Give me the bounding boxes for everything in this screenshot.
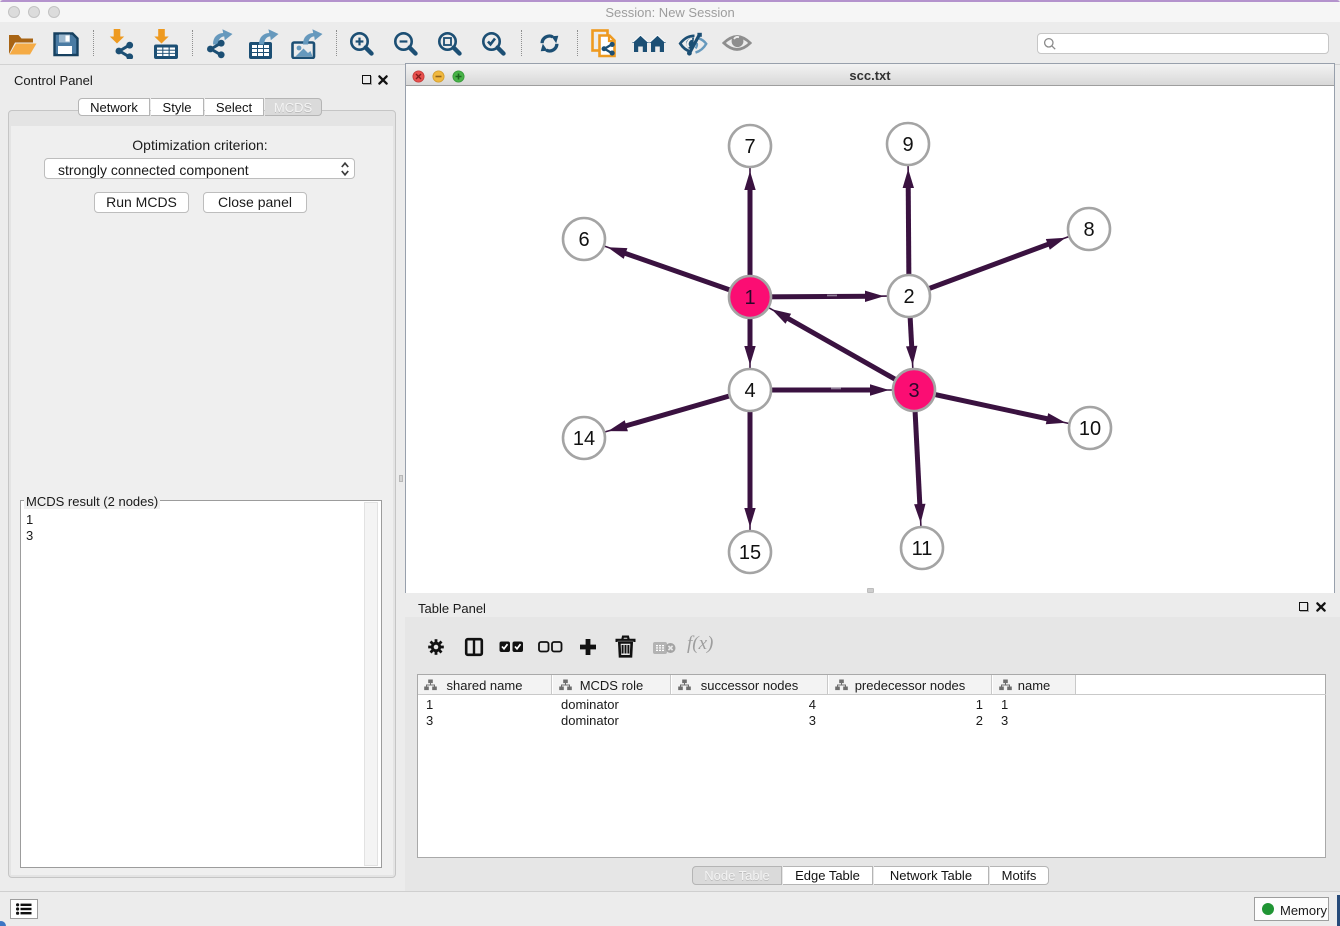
svg-text:3: 3 — [908, 380, 919, 402]
svg-text:7: 7 — [744, 136, 755, 158]
svg-text:1: 1 — [744, 287, 755, 309]
svg-text:6: 6 — [578, 229, 589, 251]
svg-text:2: 2 — [903, 286, 914, 308]
svg-text:10: 10 — [1079, 418, 1101, 440]
svg-text:4: 4 — [744, 380, 755, 402]
svg-text:11: 11 — [912, 538, 933, 560]
svg-text:14: 14 — [573, 428, 595, 450]
svg-text:15: 15 — [739, 542, 761, 564]
svg-text:9: 9 — [902, 134, 913, 156]
svg-text:8: 8 — [1083, 219, 1094, 241]
